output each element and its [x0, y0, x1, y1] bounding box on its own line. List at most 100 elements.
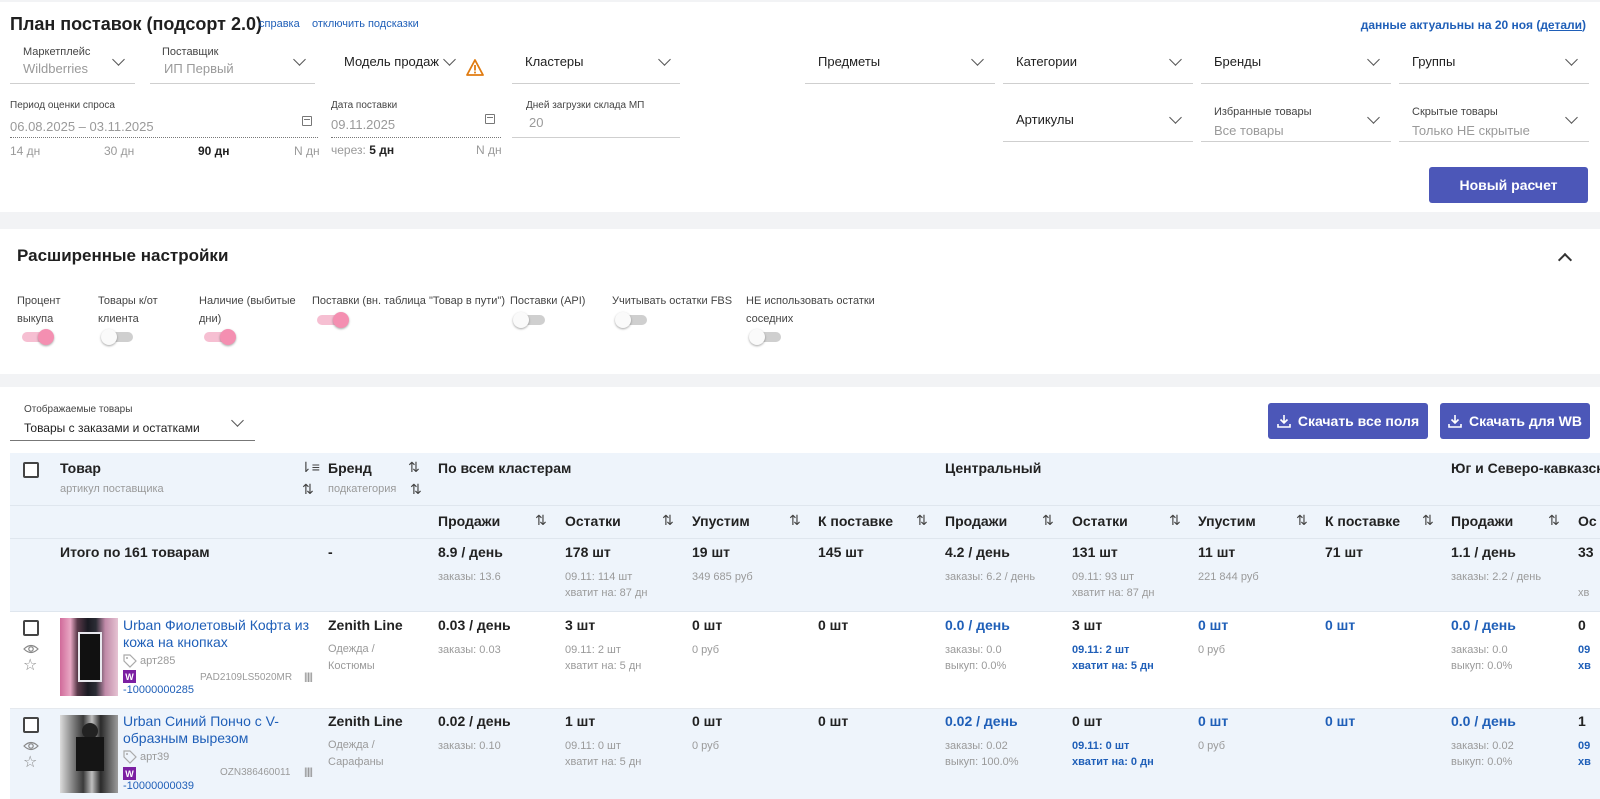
details-link[interactable]: детали [1540, 18, 1582, 32]
toggle-label: Учитывать остатки FBS [612, 295, 733, 307]
supplies-internal-toggle[interactable] [317, 312, 349, 328]
warning-icon [466, 59, 484, 76]
page-title: План поставок (подсорт 2.0) [10, 14, 262, 34]
table-panel: Отображаемые товары Товары с заказами и … [0, 387, 1600, 799]
advanced-title: Расширенные настройки [17, 246, 229, 265]
chevron-down-icon [443, 53, 456, 66]
star-icon[interactable]: ☆ [23, 655, 37, 675]
articles-select[interactable]: Артикулы [1003, 98, 1193, 142]
delivery-through: через: 5 дн [331, 143, 395, 157]
col-sales[interactable]: Продажи [1451, 513, 1513, 529]
barcode-icon: ||||| [304, 672, 313, 683]
help-link[interactable]: справка [259, 18, 300, 30]
chevron-down-icon [231, 414, 244, 427]
favorites-select[interactable]: Избранные товары Все товары [1201, 98, 1391, 142]
sort-desc-icon[interactable]: ⇂≡ [300, 459, 320, 476]
product-art: арт39 [140, 751, 170, 763]
brands-select[interactable]: Бренды [1201, 40, 1391, 84]
product-name-link[interactable]: Urban Синий Пончо с V-образным вырезом [123, 713, 313, 747]
group-all-clusters: По всем кластерам [438, 460, 572, 476]
neighbors-stock-toggle[interactable] [749, 329, 781, 345]
chevron-down-icon [112, 53, 125, 66]
col-product[interactable]: Товар [60, 460, 101, 476]
col-missed[interactable]: Упустим [692, 513, 750, 529]
buyout-percent-toggle[interactable] [22, 329, 54, 345]
row-checkbox[interactable] [23, 620, 39, 636]
filters-panel: План поставок (подсорт 2.0) справка откл… [0, 2, 1600, 212]
col-sales[interactable]: Продажи [438, 513, 500, 529]
period-option-30[interactable]: 30 дн [104, 144, 134, 158]
calendar-icon[interactable] [302, 116, 312, 126]
display-products-select[interactable]: Отображаемые товары Товары с заказами и … [10, 387, 255, 441]
tag-icon [123, 750, 137, 764]
availability-toggle[interactable] [204, 329, 236, 345]
subjects-select[interactable]: Предметы [805, 40, 995, 84]
download-icon [1277, 415, 1291, 428]
chevron-down-icon [1367, 111, 1380, 124]
chevron-down-icon [1367, 53, 1380, 66]
col-supply[interactable]: К поставке [818, 513, 893, 529]
toggle-label: Процент выкупа [17, 295, 61, 325]
sort-icon[interactable]: ⇅ [916, 512, 928, 529]
row-checkbox[interactable] [23, 717, 39, 733]
sort-icon[interactable]: ⇅ [1548, 512, 1560, 529]
toggle-label: Товары к/от клиента [98, 295, 158, 325]
supplies-api-toggle[interactable] [513, 312, 545, 328]
delivery-option-n[interactable]: N дн [476, 143, 502, 157]
period-option-90[interactable]: 90 дн [198, 144, 230, 158]
tag-icon [123, 654, 137, 668]
download-wb-button[interactable]: Скачать для WB [1440, 403, 1590, 439]
sales-model-select[interactable]: Модель продаж [330, 40, 460, 84]
marketplace-select[interactable]: Маркетплейс Wildberries [10, 40, 135, 84]
sort-icon[interactable]: ⇅ [410, 481, 422, 498]
chevron-down-icon [971, 53, 984, 66]
eye-icon[interactable] [23, 740, 39, 752]
select-all-checkbox[interactable] [23, 462, 39, 478]
hidden-select[interactable]: Скрытые товары Только НЕ скрытые [1399, 98, 1589, 142]
sort-icon[interactable]: ⇅ [1042, 512, 1054, 529]
delivery-date-field[interactable]: Дата поставки 09.11.2025 [331, 100, 501, 138]
col-stock[interactable]: Остатки [1072, 513, 1128, 529]
sort-icon[interactable]: ⇅ [1169, 512, 1181, 529]
product-id-link[interactable]: -10000000039 [123, 780, 194, 792]
chevron-down-icon [658, 53, 671, 66]
product-name-link[interactable]: Urban Фиолетовый Кофта из кожа на кнопках [123, 617, 313, 651]
sort-icon[interactable]: ⇅ [662, 512, 674, 529]
col-stock[interactable]: Остатки [565, 513, 621, 529]
col-supply[interactable]: К поставке [1325, 513, 1400, 529]
toggle-label: НЕ использовать остатки соседних [746, 295, 875, 325]
download-all-button[interactable]: Скачать все поля [1268, 403, 1428, 439]
groups-select[interactable]: Группы [1399, 40, 1589, 84]
product-id-link[interactable]: -10000000285 [123, 684, 194, 696]
col-stock[interactable]: Ос [1578, 513, 1597, 529]
col-brand[interactable]: Бренд [328, 460, 372, 476]
wb-logo-icon: W [123, 767, 136, 780]
chevron-up-icon[interactable] [1557, 252, 1573, 268]
sort-icon[interactable]: ⇅ [408, 459, 420, 476]
disable-hints-link[interactable]: отключить подсказки [312, 18, 419, 30]
period-option-14[interactable]: 14 дн [10, 144, 40, 158]
product-thumbnail[interactable] [60, 618, 118, 696]
load-days-input[interactable]: Дней загрузки склада МП 20 [512, 100, 680, 138]
sort-icon[interactable]: ⇅ [302, 481, 314, 498]
clusters-select[interactable]: Кластеры [512, 40, 680, 84]
eye-icon[interactable] [23, 643, 39, 655]
sort-icon[interactable]: ⇅ [789, 512, 801, 529]
period-option-n[interactable]: N дн [294, 144, 320, 158]
fbs-stock-toggle[interactable] [615, 312, 647, 328]
sort-icon[interactable]: ⇅ [1422, 512, 1434, 529]
calendar-icon[interactable] [485, 114, 495, 124]
star-icon[interactable]: ☆ [23, 752, 37, 772]
sort-icon[interactable]: ⇅ [1296, 512, 1308, 529]
categories-select[interactable]: Категории [1003, 40, 1193, 84]
product-thumbnail[interactable] [60, 715, 118, 793]
download-icon [1448, 415, 1462, 428]
client-goods-toggle[interactable] [101, 329, 133, 345]
period-field[interactable]: Период оценки спроса 06.08.2025 – 03.11.… [10, 100, 318, 138]
toggle-label: Поставки (вн. таблица "Товар в пути") [312, 295, 505, 307]
new-calc-button[interactable]: Новый расчет [1429, 167, 1588, 203]
sort-icon[interactable]: ⇅ [535, 512, 547, 529]
col-missed[interactable]: Упустим [1198, 513, 1256, 529]
col-sales[interactable]: Продажи [945, 513, 1007, 529]
supplier-select[interactable]: Поставщик ИП Первый [150, 40, 315, 84]
